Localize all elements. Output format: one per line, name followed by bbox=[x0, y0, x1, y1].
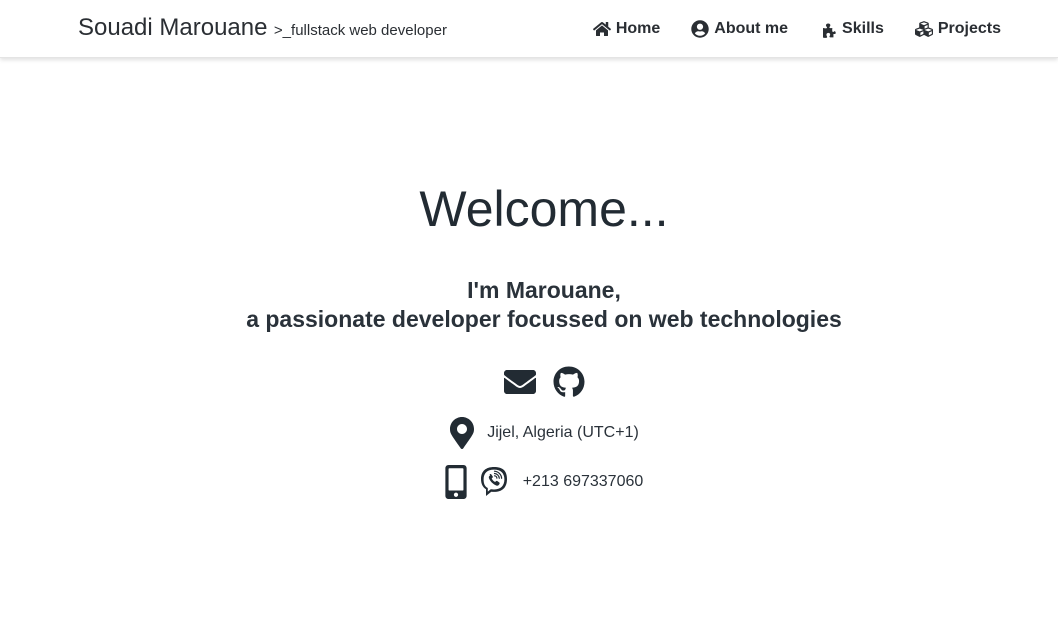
puzzle-icon bbox=[823, 23, 836, 38]
brand-subtitle: >_fullstack web developer bbox=[273, 22, 447, 39]
top-navbar: Souadi Marouane >_fullstack web develope… bbox=[0, 0, 1058, 58]
phone-number[interactable]: +213 697337060 bbox=[523, 473, 644, 491]
nav-home[interactable]: Home bbox=[592, 19, 661, 39]
brand[interactable]: Souadi Marouane >_fullstack web develope… bbox=[78, 14, 447, 42]
envelope-icon bbox=[504, 370, 536, 394]
hero-section: Welcome... I'm Marouane, a passionate de… bbox=[0, 178, 1058, 500]
user-circle-icon bbox=[691, 20, 709, 38]
nav-projects[interactable]: Projects bbox=[914, 19, 1001, 39]
intro-text: I'm Marouane, a passionate developer foc… bbox=[0, 276, 1058, 334]
mobile-icon bbox=[445, 465, 467, 499]
location-text: Jijel, Algeria (UTC+1) bbox=[487, 424, 639, 441]
intro-line-1: I'm Marouane, bbox=[467, 277, 621, 303]
main-nav: Home About me Skills Projects bbox=[562, 19, 1001, 39]
email-link[interactable] bbox=[503, 366, 537, 398]
nav-about[interactable]: About me bbox=[691, 19, 788, 39]
nav-about-label: About me bbox=[714, 20, 789, 37]
phone-row: +213 697337060 bbox=[0, 464, 1058, 500]
nav-skills-label: Skills bbox=[842, 20, 884, 37]
nav-projects-label: Projects bbox=[937, 20, 1001, 37]
github-icon bbox=[553, 366, 585, 397]
map-marker-icon bbox=[450, 417, 475, 449]
social-links bbox=[0, 366, 1058, 398]
viber-icon[interactable] bbox=[477, 465, 511, 499]
nav-home-label: Home bbox=[615, 20, 661, 37]
github-link[interactable] bbox=[553, 366, 585, 398]
location-row: Jijel, Algeria (UTC+1) bbox=[0, 416, 1058, 450]
home-icon bbox=[592, 21, 611, 36]
brand-name: Souadi Marouane bbox=[78, 14, 268, 41]
cubes-icon bbox=[914, 21, 933, 37]
welcome-title: Welcome... bbox=[419, 181, 669, 237]
nav-skills[interactable]: Skills bbox=[819, 19, 884, 39]
intro-line-2: a passionate developer focussed on web t… bbox=[246, 306, 842, 332]
